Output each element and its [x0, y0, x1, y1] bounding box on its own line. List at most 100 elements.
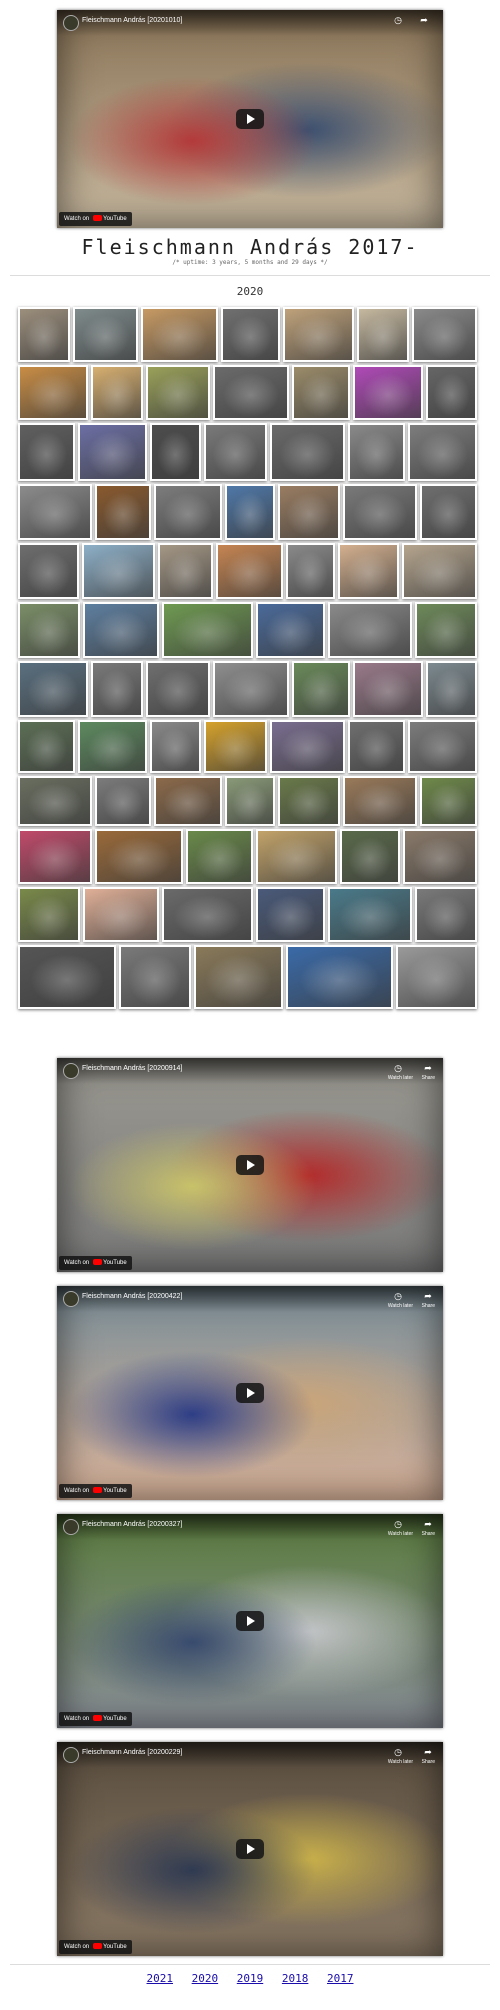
video-player-5[interactable]: Fleischmann András [20200229] ◷ Watch la…	[57, 1742, 443, 1956]
share-icon[interactable]: ➦	[421, 1062, 435, 1076]
gallery-photo[interactable]	[158, 543, 213, 599]
gallery-photo[interactable]	[141, 307, 218, 362]
gallery-photo[interactable]	[213, 365, 289, 420]
gallery-photo[interactable]	[83, 602, 159, 658]
gallery-photo[interactable]	[348, 720, 405, 773]
share-icon[interactable]: ➦	[417, 14, 431, 28]
watch-later-label[interactable]: Watch later	[388, 1303, 413, 1309]
gallery-photo[interactable]	[91, 661, 143, 717]
gallery-photo[interactable]	[286, 945, 393, 1009]
gallery-photo[interactable]	[18, 829, 92, 884]
gallery-photo[interactable]	[18, 484, 92, 540]
year-link-2018[interactable]: 2018	[282, 1972, 309, 1985]
gallery-photo[interactable]	[225, 484, 275, 540]
gallery-photo[interactable]	[95, 829, 183, 884]
video-title[interactable]: Fleischmann András [20200914]	[82, 1065, 182, 1072]
gallery-photo[interactable]	[278, 484, 340, 540]
gallery-photo[interactable]	[119, 945, 191, 1009]
play-button[interactable]	[236, 109, 264, 129]
share-icon[interactable]: ➦	[421, 1518, 435, 1532]
video-player-3[interactable]: Fleischmann András [20200422] ◷ Watch la…	[57, 1286, 443, 1500]
clock-icon[interactable]: ◷	[391, 1290, 405, 1304]
gallery-photo[interactable]	[18, 543, 79, 599]
watch-on-youtube-button[interactable]: Watch on YouTube	[59, 1484, 132, 1498]
gallery-photo[interactable]	[292, 365, 350, 420]
gallery-photo[interactable]	[186, 829, 253, 884]
gallery-photo[interactable]	[154, 484, 222, 540]
gallery-photo[interactable]	[415, 602, 477, 658]
gallery-photo[interactable]	[348, 423, 405, 481]
gallery-photo[interactable]	[402, 543, 477, 599]
gallery-photo[interactable]	[396, 945, 477, 1009]
gallery-photo[interactable]	[150, 720, 201, 773]
gallery-photo[interactable]	[162, 602, 253, 658]
clock-icon[interactable]: ◷	[391, 1518, 405, 1532]
gallery-photo[interactable]	[328, 602, 412, 658]
gallery-photo[interactable]	[403, 829, 477, 884]
gallery-photo[interactable]	[78, 423, 147, 481]
watch-later-label[interactable]: Watch later	[388, 1075, 413, 1081]
gallery-photo[interactable]	[82, 543, 155, 599]
gallery-photo[interactable]	[194, 945, 283, 1009]
gallery-photo[interactable]	[18, 602, 80, 658]
gallery-photo[interactable]	[343, 776, 417, 826]
gallery-photo[interactable]	[426, 365, 477, 420]
share-label[interactable]: Share	[422, 1303, 435, 1309]
video-title[interactable]: Fleischmann András [20200229]	[82, 1749, 182, 1756]
gallery-photo[interactable]	[78, 720, 147, 773]
gallery-photo[interactable]	[408, 423, 477, 481]
gallery-photo[interactable]	[221, 307, 280, 362]
year-link-2020[interactable]: 2020	[192, 1972, 219, 1985]
gallery-photo[interactable]	[146, 661, 210, 717]
gallery-photo[interactable]	[95, 484, 151, 540]
gallery-photo[interactable]	[256, 602, 325, 658]
gallery-photo[interactable]	[415, 887, 477, 942]
gallery-photo[interactable]	[283, 307, 354, 362]
channel-avatar[interactable]	[63, 1519, 79, 1535]
gallery-photo[interactable]	[18, 945, 116, 1009]
gallery-photo[interactable]	[353, 661, 423, 717]
gallery-photo[interactable]	[328, 887, 412, 942]
gallery-photo[interactable]	[18, 776, 92, 826]
gallery-photo[interactable]	[91, 365, 143, 420]
play-button[interactable]	[236, 1839, 264, 1859]
play-button[interactable]	[236, 1383, 264, 1403]
gallery-photo[interactable]	[154, 776, 222, 826]
gallery-photo[interactable]	[83, 887, 159, 942]
gallery-photo[interactable]	[340, 829, 400, 884]
year-link-2019[interactable]: 2019	[237, 1972, 264, 1985]
play-button[interactable]	[236, 1611, 264, 1631]
channel-avatar[interactable]	[63, 15, 79, 31]
gallery-photo[interactable]	[343, 484, 417, 540]
gallery-photo[interactable]	[292, 661, 350, 717]
gallery-photo[interactable]	[162, 887, 253, 942]
share-label[interactable]: Share	[422, 1759, 435, 1765]
year-link-2021[interactable]: 2021	[147, 1972, 174, 1985]
video-title[interactable]: Fleischmann András [20200422]	[82, 1293, 182, 1300]
clock-icon[interactable]: ◷	[391, 14, 405, 28]
video-player-1[interactable]: Fleischmann András [20201010] ◷ ➦ Watch …	[57, 10, 443, 228]
video-title[interactable]: Fleischmann András [20201010]	[82, 17, 182, 24]
gallery-photo[interactable]	[213, 661, 289, 717]
gallery-photo[interactable]	[353, 365, 423, 420]
clock-icon[interactable]: ◷	[391, 1062, 405, 1076]
gallery-photo[interactable]	[338, 543, 399, 599]
channel-avatar[interactable]	[63, 1291, 79, 1307]
gallery-photo[interactable]	[18, 661, 88, 717]
gallery-photo[interactable]	[256, 887, 325, 942]
share-label[interactable]: Share	[422, 1075, 435, 1081]
share-label[interactable]: Share	[422, 1531, 435, 1537]
gallery-photo[interactable]	[216, 543, 283, 599]
gallery-photo[interactable]	[420, 776, 477, 826]
gallery-photo[interactable]	[278, 776, 340, 826]
gallery-photo[interactable]	[204, 423, 267, 481]
gallery-photo[interactable]	[426, 661, 477, 717]
watch-on-youtube-button[interactable]: Watch on YouTube	[59, 1940, 132, 1954]
video-player-2[interactable]: Fleischmann András [20200914] ◷ Watch la…	[57, 1058, 443, 1272]
clock-icon[interactable]: ◷	[391, 1746, 405, 1760]
share-icon[interactable]: ➦	[421, 1290, 435, 1304]
gallery-photo[interactable]	[73, 307, 138, 362]
watch-later-label[interactable]: Watch later	[388, 1531, 413, 1537]
share-icon[interactable]: ➦	[421, 1746, 435, 1760]
gallery-photo[interactable]	[146, 365, 210, 420]
